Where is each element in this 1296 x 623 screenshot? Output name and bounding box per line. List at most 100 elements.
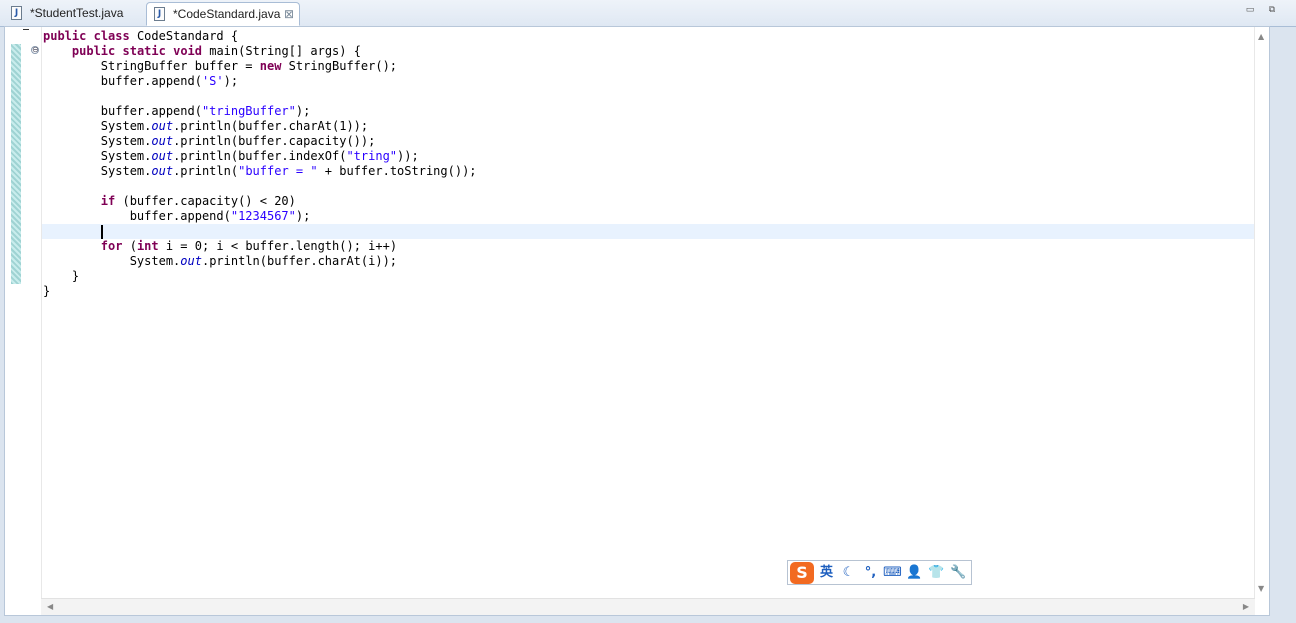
code-token: } bbox=[43, 284, 51, 298]
code-line[interactable] bbox=[42, 179, 1255, 194]
scroll-right-icon[interactable]: ▶ bbox=[1243, 602, 1249, 611]
fold-marker bbox=[23, 29, 29, 30]
minimize-button[interactable]: ▭ bbox=[1244, 5, 1256, 15]
java-file-icon: J bbox=[11, 6, 22, 20]
code-token: ); bbox=[295, 209, 311, 223]
code-token: CodeStandard { bbox=[129, 29, 239, 43]
tab-label: *StudentTest.java bbox=[30, 6, 124, 20]
editor-tab-bar: J *StudentTest.java J *CodeStandard.java… bbox=[0, 0, 1296, 27]
code-token: public bbox=[71, 44, 116, 58]
scroll-left-icon[interactable]: ◀ bbox=[47, 602, 53, 611]
code-line[interactable]: StringBuffer buffer = new StringBuffer()… bbox=[42, 59, 1255, 74]
code-token: ); bbox=[223, 74, 239, 88]
code-token: .println( bbox=[173, 164, 239, 178]
maximize-button[interactable]: ⧉ bbox=[1266, 5, 1278, 15]
code-token: "1234567" bbox=[230, 209, 296, 223]
code-token: out bbox=[151, 149, 174, 163]
close-icon[interactable]: ⊠ bbox=[284, 3, 294, 25]
tab-code-standard[interactable]: J *CodeStandard.java ⊠ bbox=[146, 2, 300, 26]
code-token: "buffer = " bbox=[238, 164, 318, 178]
code-token: System. bbox=[43, 149, 152, 163]
code-token: System. bbox=[43, 134, 152, 148]
code-line[interactable]: public static void main(String[] args) { bbox=[42, 44, 1255, 59]
code-token: if bbox=[100, 194, 116, 208]
code-token: .println(buffer.indexOf( bbox=[173, 149, 347, 163]
punctuation-icon[interactable]: °, bbox=[861, 563, 880, 583]
code-line[interactable]: buffer.append("tringBuffer"); bbox=[42, 104, 1255, 119]
shirt-icon[interactable]: 👕 bbox=[927, 563, 946, 583]
code-line[interactable]: System.out.println("buffer = " + buffer.… bbox=[42, 164, 1255, 179]
code-token: buffer.append( bbox=[43, 74, 202, 88]
code-token: "tringBuffer" bbox=[201, 104, 296, 118]
code-token: static bbox=[122, 44, 166, 58]
code-area[interactable]: public class CodeStandard { public stati… bbox=[42, 29, 1255, 299]
code-line[interactable]: } bbox=[42, 284, 1255, 299]
code-token: ); bbox=[295, 104, 311, 118]
ime-toolbar: S 英 ☾ °, ⌨ 👤 👕 🔧 bbox=[787, 560, 972, 585]
scroll-down-icon[interactable]: ▼ bbox=[1258, 584, 1264, 593]
code-line[interactable]: System.out.println(buffer.charAt(i)); bbox=[42, 254, 1255, 269]
editor-gutter: ⊖ bbox=[5, 27, 42, 615]
code-line[interactable]: for (int i = 0; i < buffer.length(); i++… bbox=[42, 239, 1255, 254]
scroll-up-icon[interactable]: ▲ bbox=[1258, 32, 1264, 41]
code-token: )); bbox=[397, 149, 419, 163]
code-line[interactable]: System.out.println(buffer.charAt(1)); bbox=[42, 119, 1255, 134]
tab-label: *CodeStandard.java bbox=[173, 7, 281, 21]
moon-icon[interactable]: ☾ bbox=[839, 563, 858, 583]
code-token: class bbox=[93, 29, 130, 43]
code-token: ( bbox=[122, 239, 137, 253]
code-token: buffer.append( bbox=[43, 104, 202, 118]
horizontal-scrollbar[interactable]: ◀ ▶ bbox=[41, 598, 1255, 615]
code-token: int bbox=[136, 239, 159, 253]
user-icon[interactable]: 👤 bbox=[905, 563, 924, 583]
code-editor[interactable]: ⊖ public class CodeStandard { public sta… bbox=[4, 26, 1270, 616]
code-token: .println(buffer.capacity()); bbox=[173, 134, 376, 148]
code-token: for bbox=[100, 239, 123, 253]
code-token: } bbox=[43, 269, 80, 283]
tab-student-test[interactable]: J *StudentTest.java bbox=[4, 2, 144, 26]
code-token: System. bbox=[43, 119, 152, 133]
code-token: out bbox=[151, 164, 174, 178]
code-line[interactable]: if (buffer.capacity() < 20) bbox=[42, 194, 1255, 209]
code-token: public bbox=[43, 29, 87, 43]
code-line[interactable]: System.out.println(buffer.capacity()); bbox=[42, 134, 1255, 149]
collapse-icon[interactable]: ⊖ bbox=[31, 46, 39, 54]
code-token: StringBuffer buffer = bbox=[43, 59, 260, 73]
code-token: 'S' bbox=[201, 74, 224, 88]
code-token: "tring" bbox=[346, 149, 398, 163]
code-token: System. bbox=[43, 164, 152, 178]
sogou-logo[interactable]: S bbox=[790, 561, 814, 584]
code-line[interactable]: } bbox=[42, 269, 1255, 284]
quick-diff-bar bbox=[11, 44, 21, 284]
code-line[interactable]: buffer.append('S'); bbox=[42, 74, 1255, 89]
code-token: i = 0; i < buffer.length(); i++) bbox=[158, 239, 398, 253]
code-line[interactable]: System.out.println(buffer.indexOf("tring… bbox=[42, 149, 1255, 164]
code-token: .println(buffer.charAt(i)); bbox=[201, 254, 398, 268]
code-token: StringBuffer(); bbox=[281, 59, 398, 73]
code-token: + buffer.toString()); bbox=[317, 164, 477, 178]
code-token: System. bbox=[43, 254, 181, 268]
wrench-icon[interactable]: 🔧 bbox=[949, 563, 968, 583]
vertical-scrollbar[interactable]: ▲ ▼ bbox=[1254, 27, 1269, 615]
code-line[interactable] bbox=[42, 224, 1255, 239]
code-line[interactable] bbox=[42, 89, 1255, 104]
code-token: buffer.append( bbox=[43, 209, 231, 223]
code-line[interactable]: public class CodeStandard { bbox=[42, 29, 1255, 44]
java-file-icon: J bbox=[154, 7, 165, 21]
code-line[interactable]: buffer.append("1234567"); bbox=[42, 209, 1255, 224]
code-token: .println(buffer.charAt(1)); bbox=[173, 119, 369, 133]
code-token: main(String[] args) { bbox=[202, 44, 361, 58]
code-token: void bbox=[173, 44, 202, 58]
language-toggle[interactable]: 英 bbox=[817, 563, 836, 583]
text-caret bbox=[100, 225, 103, 239]
code-token: out bbox=[180, 254, 202, 268]
keyboard-icon[interactable]: ⌨ bbox=[883, 563, 902, 583]
code-token: (buffer.capacity() < 20) bbox=[115, 194, 296, 208]
code-token: out bbox=[151, 119, 174, 133]
